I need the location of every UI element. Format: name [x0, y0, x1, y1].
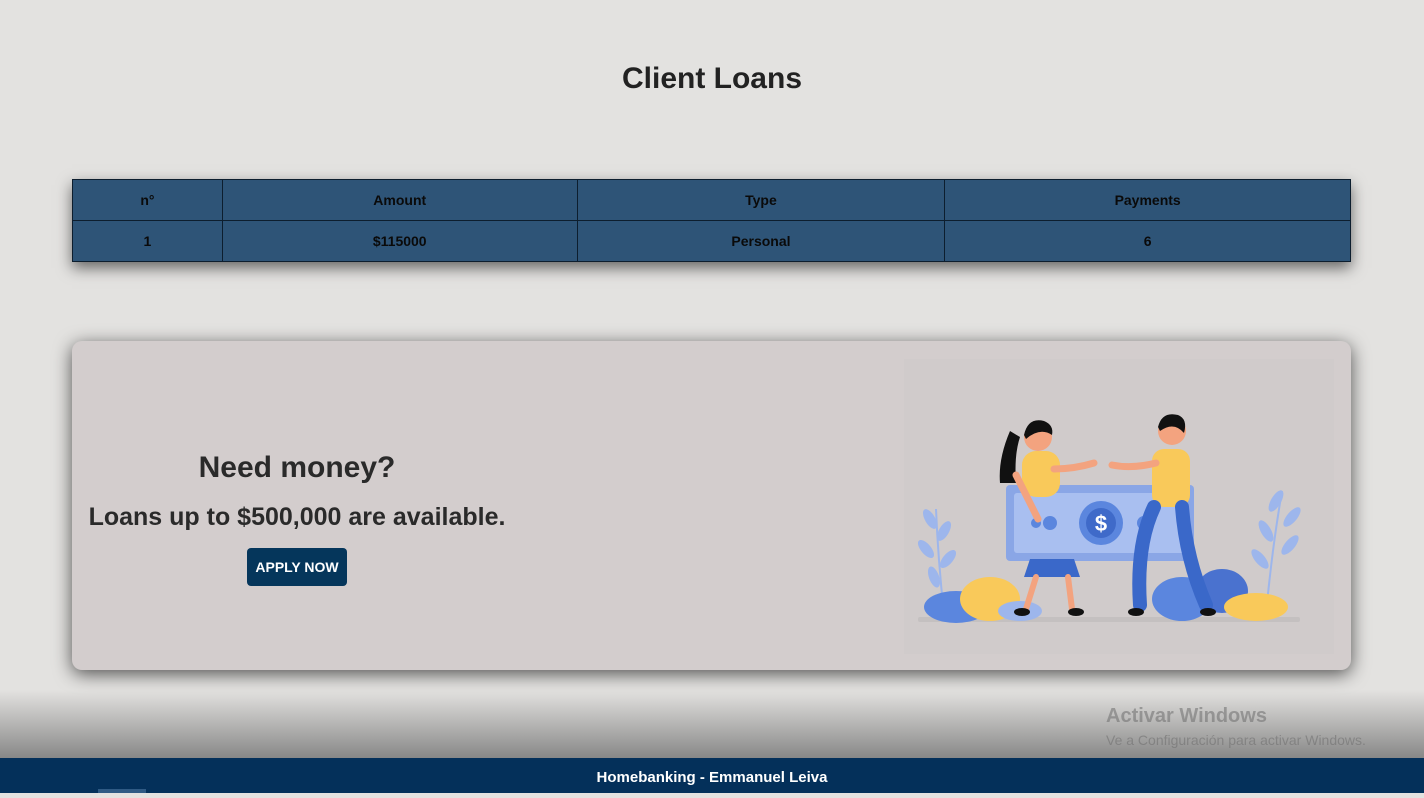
column-header-type: Type	[576, 179, 946, 221]
column-header-number: n°	[72, 179, 223, 221]
column-header-amount: Amount	[221, 179, 578, 221]
table-row: 1 $115000 Personal 6	[72, 220, 1351, 262]
column-header-payments: Payments	[944, 179, 1351, 221]
scrollbar-thumb[interactable]	[98, 789, 146, 793]
footer-text: Homebanking - Emmanuel Leiva	[596, 769, 828, 786]
promo-text-block: Need money? Loans up to $500,000 are ava…	[72, 451, 522, 586]
footer: Homebanking - Emmanuel Leiva	[0, 758, 1424, 793]
windows-activation-watermark: Activar Windows Ve a Configuración para …	[1106, 705, 1366, 748]
two-people-holding-dollar-bill-illustration: $	[917, 414, 1301, 623]
watermark-title: Activar Windows	[1106, 705, 1267, 727]
svg-text:$: $	[1095, 511, 1107, 536]
cell-number: 1	[72, 220, 223, 262]
table-header-row: n° Amount Type Payments	[72, 179, 1351, 221]
cell-payments: 6	[944, 220, 1351, 262]
loans-table: n° Amount Type Payments 1 $115000 Person…	[72, 179, 1351, 262]
promo-subheading: Loans up to $500,000 are available.	[88, 503, 506, 531]
watermark-subtitle: Ve a Configuración para activar Windows.	[1106, 732, 1366, 748]
cell-amount: $115000	[221, 220, 578, 262]
cell-type: Personal	[576, 220, 946, 262]
loan-promo-card: Need money? Loans up to $500,000 are ava…	[72, 341, 1351, 670]
page-title: Client Loans	[621, 62, 802, 95]
promo-heading: Need money?	[198, 451, 396, 484]
loan-illustration: $	[904, 359, 1334, 654]
apply-now-button[interactable]: APPLY NOW	[247, 548, 347, 586]
